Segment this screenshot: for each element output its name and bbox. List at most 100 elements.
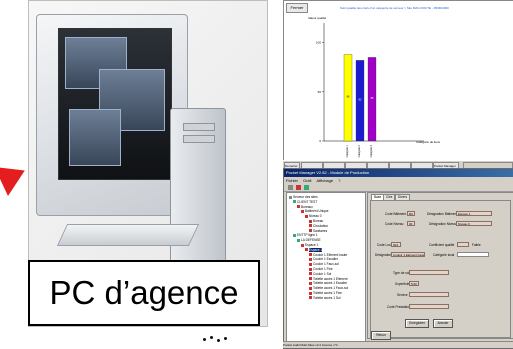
tree-item[interactable]: Couloir 1 Sol <box>309 272 331 276</box>
tree-item[interactable]: Toilette accès 1 Elément <box>309 277 348 281</box>
tree-node-icon <box>309 219 312 223</box>
tree-node-icon <box>309 277 312 281</box>
designation-batiment-field[interactable]: Espace 1 <box>456 211 492 216</box>
tree-node-icon <box>301 210 304 214</box>
tree-node-icon <box>309 267 312 271</box>
code-local-field[interactable]: 004 <box>391 242 401 247</box>
tree-node-icon <box>309 262 312 266</box>
tree-item[interactable]: Batiment Unique <box>301 209 329 213</box>
tree-item-label: Batiment Unique <box>305 209 329 214</box>
toolbar-icon[interactable] <box>304 185 309 190</box>
tree-item-label: Espace 1 <box>309 247 323 252</box>
code-niveau-label: Code Niveau <box>385 222 404 226</box>
tab-panel-base: Code Bâtiment BU Désignation Bâtiment Es… <box>370 200 511 338</box>
tree-node-icon <box>289 195 292 199</box>
tree-item-label: Couloir 1 Elément haute <box>313 252 348 257</box>
menu-affichage[interactable]: Affichage <box>317 178 334 183</box>
superficie-field[interactable]: 5,00 <box>409 281 419 286</box>
tree-node-icon <box>309 272 312 276</box>
tree-node-icon <box>305 214 308 218</box>
tree-item-label: Bureau <box>313 219 324 223</box>
menu-outil[interactable]: Outil <box>303 178 311 183</box>
code-batiment-label: Code Bâtiment <box>385 212 407 216</box>
tree-node-icon <box>309 229 312 233</box>
tree-item[interactable]: Couloir 1 Elément haute <box>309 253 347 257</box>
tree-item[interactable]: Toilette accès 1 Fixe <box>309 291 342 295</box>
keyboard-image <box>56 224 200 246</box>
tree-node-icon <box>309 286 312 290</box>
tree-item-label: Toilette accès 1 Fixe <box>313 291 342 295</box>
tree-item-label: Couloir 1 Escalier <box>313 257 338 262</box>
bar-chart: 050100Valeur qualitéCatégorie de lieux88… <box>308 16 441 157</box>
type-sol-field[interactable] <box>409 270 449 275</box>
chart-window: Fermer Suivi qualité des clefs d'un caté… <box>283 0 513 170</box>
tree-node-icon <box>297 205 300 209</box>
tree-item[interactable]: Niveau 0 <box>305 214 322 218</box>
tree-node-icon <box>309 253 312 257</box>
y-tick-label: 50 <box>318 90 322 94</box>
tree-item-label: Toilette accès 1 Faux-sol <box>313 286 349 291</box>
tree-node-icon <box>309 258 312 262</box>
tree-item[interactable]: Couloir 1 Faux-sol <box>309 262 339 266</box>
toolbar-icon[interactable] <box>296 185 301 190</box>
monitor-screen <box>58 28 172 180</box>
coefficient-qualite-field[interactable] <box>457 242 469 247</box>
category-label: Catégorie 1 <box>346 144 349 157</box>
service-field[interactable] <box>409 292 449 297</box>
tree-item[interactable]: ENTTP ligne 1 <box>293 233 318 237</box>
tree-node-icon <box>305 248 308 252</box>
tree-item[interactable]: Toilette accès 1 Escalier <box>309 281 347 285</box>
category-label: Catégorie 2 <box>358 144 361 157</box>
categorie-local-select[interactable] <box>457 252 489 257</box>
designation-batiment-label: Désignation Bâtiment <box>427 212 458 216</box>
toolbar-icon[interactable] <box>288 185 293 190</box>
tree-node-icon <box>293 200 296 204</box>
code-batiment-field[interactable]: BU <box>407 211 415 216</box>
y-tick-label: 100 <box>316 41 321 45</box>
tree-node-icon <box>309 224 312 228</box>
enregistrer-button[interactable]: Enregistrer <box>405 319 429 328</box>
tree-item-label: Circulation <box>313 223 329 228</box>
type-sol-label: Type de sol <box>393 271 410 275</box>
x-axis-label: Catégorie de lieux <box>416 140 441 144</box>
tree-item-label: ENTTP ligne 1 <box>297 233 318 238</box>
tree-item-label: Espace 1 <box>305 243 319 247</box>
tree-item-label: Sanitaires <box>313 228 328 233</box>
tree-item[interactable]: LA DEFENSE <box>297 238 321 242</box>
tree-item[interactable]: Circulation <box>309 224 328 228</box>
tree-node-icon <box>309 282 312 286</box>
retour-button[interactable]: Retour <box>371 331 391 340</box>
code-niveau-field[interactable]: 00 <box>407 221 415 226</box>
tree-item[interactable]: Bureau <box>309 219 323 223</box>
annuler-button[interactable]: Annuler <box>433 319 453 328</box>
tree-item-label: Serveur des sites <box>293 195 318 199</box>
tree-item-label: Niveau 0 <box>309 214 322 219</box>
y-axis-label: Valeur qualité <box>308 16 326 20</box>
menu-fichier[interactable]: Fichier <box>286 178 298 183</box>
tree-item[interactable]: Bureaux <box>297 205 313 209</box>
tree-item[interactable]: Serveur des sites <box>289 195 318 199</box>
window-title: Pocket Manager V2.82 - Module de Product… <box>284 169 513 177</box>
tree-item[interactable]: Espace 1 <box>301 243 318 247</box>
tree-item[interactable]: CLIENT TEST <box>293 200 317 204</box>
tree-node-icon <box>309 296 312 300</box>
tree-node-icon <box>293 234 296 238</box>
red-arrow-icon <box>0 156 32 196</box>
y-tick-label: 0 <box>319 139 321 143</box>
site-tree[interactable]: Serveur des sites CLIENT TEST Bureaux Batim… <box>286 192 366 344</box>
designation-field[interactable]: Couloir 1 Elément haute <box>391 252 425 257</box>
tree-item[interactable]: Sanitaires <box>309 229 327 233</box>
tree-item[interactable]: Couloir 1 Fixe <box>309 267 333 271</box>
toolbar <box>284 184 513 192</box>
superficie-label: Superficie <box>395 282 410 286</box>
tree-item[interactable]: Toilette accès 1 Faux-sol <box>309 286 348 290</box>
pocket-manager-window: Pocket Manager V2.82 - Module de Product… <box>283 168 513 349</box>
tree-item[interactable]: Couloir 1 Escalier <box>309 257 338 261</box>
categorie-local-label: Catégorie local <box>433 253 455 257</box>
tree-item[interactable]: Espace 1 <box>305 247 323 252</box>
designation-niveau-field[interactable]: Niveau 0 <box>456 221 492 226</box>
tree-item[interactable]: Toilette accès 1 Sol <box>309 296 340 300</box>
menu-help[interactable]: ? <box>338 178 340 183</box>
code-prestation-field[interactable] <box>409 304 449 309</box>
category-label: Catégorie 3 <box>370 144 373 157</box>
